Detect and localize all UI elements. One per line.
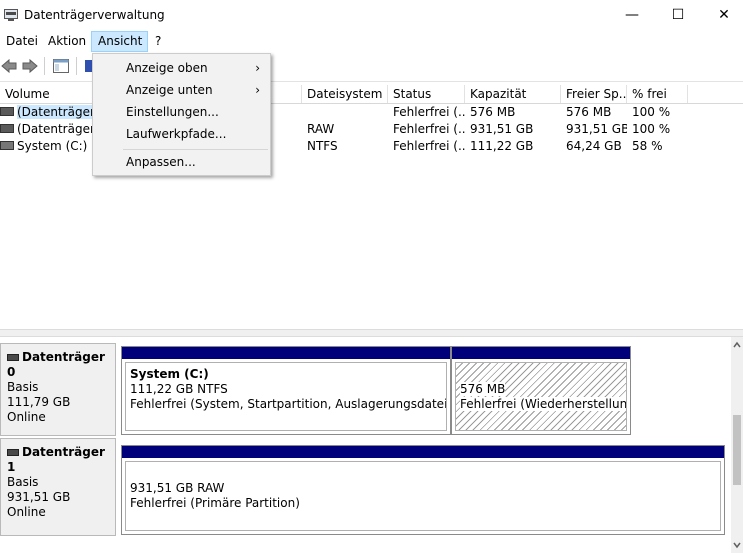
disk-size: 931,51 GB <box>7 490 71 504</box>
pane-splitter[interactable] <box>0 329 743 337</box>
partition-size: 931,51 GB RAW <box>130 481 225 495</box>
volume-percent-free: 100 % <box>632 122 671 136</box>
disk-type: Basis <box>7 380 39 394</box>
partition-body: System (C:) 111,22 GB NTFS Fehlerfrei (S… <box>125 362 447 431</box>
back-arrow-icon[interactable] <box>0 58 18 74</box>
drive-icon <box>0 107 14 116</box>
disk-size: 111,79 GB <box>7 395 71 409</box>
volume-filesystem: NTFS <box>307 139 338 153</box>
column-header-filesystem[interactable]: Dateisystem <box>302 85 388 103</box>
menu-help[interactable]: ? <box>149 31 167 52</box>
toolbar-separator <box>44 57 45 75</box>
disk-name: Datenträger 0 <box>7 350 105 379</box>
partition-status: Fehlerfrei (Primäre Partition) <box>130 496 300 510</box>
menu-item-label: Anpassen... <box>126 155 196 169</box>
volume-free-space: 64,24 GB <box>566 139 622 153</box>
menu-item-label: Einstellungen... <box>126 105 219 119</box>
disk-label[interactable]: Datenträger 0 Basis 111,79 GB Online <box>0 343 116 436</box>
volume-capacity: 576 MB <box>470 105 516 119</box>
partition-title: System (C:) <box>130 367 209 381</box>
volume-free-space: 576 MB <box>566 105 612 119</box>
scrollbar-thumb[interactable] <box>733 415 741 485</box>
disk-name: Datenträger 1 <box>7 445 105 474</box>
partition-system-c[interactable]: System (C:) 111,22 GB NTFS Fehlerfrei (S… <box>121 346 451 435</box>
volume-status: Fehlerfrei (... <box>393 105 465 119</box>
drive-icon <box>0 124 14 133</box>
vertical-scrollbar[interactable] <box>731 337 743 553</box>
partition-recovery[interactable]: 576 MB Fehlerfrei (Wiederherstellungsp <box>451 346 631 435</box>
column-header-capacity[interactable]: Kapazität <box>465 85 561 103</box>
partition-body: 576 MB Fehlerfrei (Wiederherstellungsp <box>455 362 627 431</box>
volume-status: Fehlerfrei (... <box>393 122 465 136</box>
partition-bar <box>122 347 450 359</box>
submenu-arrow-icon: › <box>255 83 260 97</box>
column-header-percent-free[interactable]: % frei <box>627 85 688 103</box>
close-button[interactable]: ✕ <box>701 0 743 31</box>
disk-type: Basis <box>7 475 39 489</box>
disk-state: Online <box>7 505 46 519</box>
volume-name: System (C:) <box>17 139 88 153</box>
column-header-free-space[interactable]: Freier Sp... <box>561 85 627 103</box>
menu-aktion[interactable]: Aktion <box>42 31 92 52</box>
menu-datei[interactable]: Datei <box>0 31 44 52</box>
menu-item-label: Anzeige oben <box>126 61 208 75</box>
menu-separator <box>123 149 268 150</box>
menu-item-einstellungen[interactable]: Einstellungen... <box>93 101 270 123</box>
menu-item-label: Laufwerkpfade... <box>126 127 227 141</box>
disk-management-app-icon <box>4 9 18 21</box>
disk-icon <box>7 354 19 361</box>
disk-row: Datenträger 0 Basis 111,79 GB Online Sys… <box>0 343 731 436</box>
volume-percent-free: 100 % <box>632 105 671 119</box>
scroll-up-icon[interactable] <box>731 339 743 351</box>
partition-body: 931,51 GB RAW Fehlerfrei (Primäre Partit… <box>125 461 721 531</box>
console-tree-icon[interactable] <box>52 58 70 74</box>
volume-filesystem: RAW <box>307 122 335 136</box>
disk-state: Online <box>7 410 46 424</box>
partition-size: 576 MB <box>460 382 506 396</box>
disk-icon <box>7 449 19 456</box>
disk-graphical-view: Datenträger 0 Basis 111,79 GB Online Sys… <box>0 337 731 553</box>
partition-bar <box>452 347 630 359</box>
menu-item-anzeige-unten[interactable]: Anzeige unten › <box>93 79 270 101</box>
volume-filesystem <box>302 104 388 121</box>
minimize-button[interactable]: — <box>609 0 655 31</box>
window-title: Datenträgerverwaltung <box>24 8 165 22</box>
column-header-status[interactable]: Status <box>388 85 465 103</box>
volume-capacity: 931,51 GB <box>470 122 534 136</box>
system-drive-icon <box>0 141 14 150</box>
menu-item-anpassen[interactable]: Anpassen... <box>93 151 270 173</box>
maximize-button[interactable]: ☐ <box>655 0 701 31</box>
volume-status: Fehlerfrei (... <box>393 139 465 153</box>
disk-row: Datenträger 1 Basis 931,51 GB Online 931… <box>0 438 731 536</box>
volume-percent-free: 58 % <box>632 139 663 153</box>
submenu-arrow-icon: › <box>255 61 260 75</box>
disk-label[interactable]: Datenträger 1 Basis 931,51 GB Online <box>0 438 116 536</box>
partition-size: 111,22 GB NTFS <box>130 382 228 396</box>
partition-status: Fehlerfrei (System, Startpartition, Ausl… <box>130 397 447 411</box>
ansicht-dropdown-menu: Anzeige oben › Anzeige unten › Einstellu… <box>92 53 271 176</box>
forward-arrow-icon[interactable] <box>21 58 39 74</box>
menu-ansicht[interactable]: Ansicht <box>91 31 148 52</box>
partition-bar <box>122 446 724 458</box>
volume-free-space: 931,51 GB <box>566 122 627 136</box>
scroll-down-icon[interactable] <box>731 539 743 551</box>
partition-status: Fehlerfrei (Wiederherstellungsp <box>460 397 626 411</box>
menu-item-label: Anzeige unten <box>126 83 213 97</box>
title-bar: Datenträgerverwaltung — ☐ ✕ <box>0 0 743 31</box>
volume-capacity: 111,22 GB <box>470 139 534 153</box>
menu-item-laufwerkpfade[interactable]: Laufwerkpfade... <box>93 123 270 145</box>
toolbar-separator <box>76 57 77 75</box>
partition-raw[interactable]: 931,51 GB RAW Fehlerfrei (Primäre Partit… <box>121 445 725 535</box>
menu-item-anzeige-oben[interactable]: Anzeige oben › <box>93 57 270 79</box>
menu-bar: Datei Aktion Ansicht ? <box>0 31 743 52</box>
